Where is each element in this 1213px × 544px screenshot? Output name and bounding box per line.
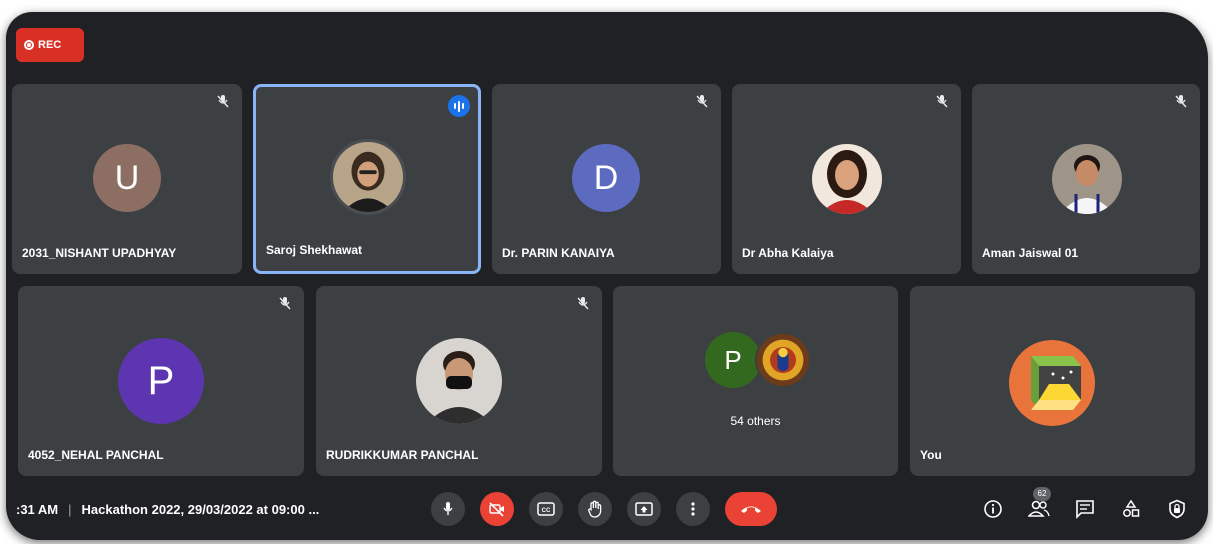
participant-tile-4[interactable]: Dr Abha Kalaiya xyxy=(732,84,961,274)
logo-icon xyxy=(1009,340,1095,426)
others-count-label: 54 others xyxy=(730,414,781,428)
avatar xyxy=(812,144,882,214)
avatar: D xyxy=(572,144,640,212)
avatar: P xyxy=(705,332,761,388)
record-icon xyxy=(24,40,34,50)
avatar xyxy=(416,338,502,424)
svg-text:CC: CC xyxy=(542,508,551,514)
people-icon xyxy=(1028,500,1050,517)
camera-toggle-button[interactable] xyxy=(480,492,514,526)
avatar: P xyxy=(118,338,204,424)
participant-tile-5[interactable]: Aman Jaiswal 01 xyxy=(972,84,1200,274)
avatar xyxy=(330,139,406,215)
captions-button[interactable]: CC xyxy=(529,492,563,526)
participant-tile-3[interactable]: D Dr. PARIN KANAIYA xyxy=(492,84,721,274)
recording-badge: REC xyxy=(16,28,84,62)
present-button[interactable] xyxy=(627,492,661,526)
mic-off-icon xyxy=(1175,95,1187,108)
participant-tile-6[interactable]: P 4052_NEHAL PANCHAL xyxy=(18,286,304,476)
participant-tile-self[interactable]: You xyxy=(910,286,1195,476)
mic-icon xyxy=(443,502,453,515)
participant-tile-2[interactable]: Saroj Shekhawat xyxy=(253,84,481,274)
present-icon xyxy=(635,502,653,516)
raise-hand-icon xyxy=(588,500,602,518)
mic-off-icon xyxy=(217,95,229,108)
participant-name: RUDRIKKUMAR PANCHAL xyxy=(326,448,479,462)
bottom-toolbar: :31 AM | Hackathon 2022, 29/03/2022 at 0… xyxy=(6,478,1208,540)
meeting-details[interactable]: :31 AM | Hackathon 2022, 29/03/2022 at 0… xyxy=(16,502,319,517)
participant-name: 4052_NEHAL PANCHAL xyxy=(28,448,164,462)
participant-name: You xyxy=(920,448,942,462)
meet-call-screen: REC U 2031_NISHANT UPADHYAY Saroj Shekha… xyxy=(6,12,1208,540)
raise-hand-button[interactable] xyxy=(578,492,612,526)
mic-off-icon xyxy=(279,297,291,310)
participant-name: Saroj Shekhawat xyxy=(266,243,363,257)
participant-tile-1[interactable]: U 2031_NISHANT UPADHYAY xyxy=(12,84,242,274)
divider: | xyxy=(68,502,72,517)
participant-tile-7[interactable]: RUDRIKKUMAR PANCHAL xyxy=(316,286,602,476)
chat-icon xyxy=(1076,500,1094,519)
participant-name: Aman Jaiswal 01 xyxy=(982,246,1079,260)
camera-off-icon xyxy=(489,502,504,517)
info-icon xyxy=(984,500,1002,518)
hangup-icon xyxy=(741,506,761,513)
mic-off-icon xyxy=(577,297,589,310)
clock-time: :31 AM xyxy=(16,502,59,517)
participant-name: Dr Abha Kalaiya xyxy=(742,246,834,260)
avatar xyxy=(1052,144,1122,214)
participant-name: 2031_NISHANT UPADHYAY xyxy=(22,246,177,260)
more-options-icon xyxy=(691,502,695,516)
mic-button[interactable] xyxy=(431,492,465,526)
avatar xyxy=(1009,340,1095,426)
activities-icon xyxy=(1123,499,1140,517)
host-controls-icon xyxy=(1169,499,1185,519)
activities-button[interactable] xyxy=(1120,498,1142,520)
mic-off-icon xyxy=(696,95,708,108)
chat-button[interactable] xyxy=(1074,498,1096,520)
more-options-button[interactable] xyxy=(676,492,710,526)
host-controls-button[interactable] xyxy=(1166,498,1188,520)
meeting-title: Hackathon 2022, 29/03/2022 at 09:00 ... xyxy=(81,502,320,517)
participant-count-badge: 62 xyxy=(1033,487,1051,501)
leave-call-button[interactable] xyxy=(725,492,777,526)
participant-tile-others[interactable]: P 54 others xyxy=(613,286,898,476)
mic-off-icon xyxy=(936,95,948,108)
recording-label: REC xyxy=(38,39,62,51)
avatar: U xyxy=(93,144,161,212)
speaking-indicator-icon xyxy=(448,95,470,117)
captions-icon: CC xyxy=(537,502,555,516)
meeting-info-button[interactable] xyxy=(982,498,1004,520)
participant-name: Dr. PARIN KANAIYA xyxy=(502,246,615,260)
avatar xyxy=(755,332,811,388)
people-button[interactable]: 62 xyxy=(1028,487,1051,520)
